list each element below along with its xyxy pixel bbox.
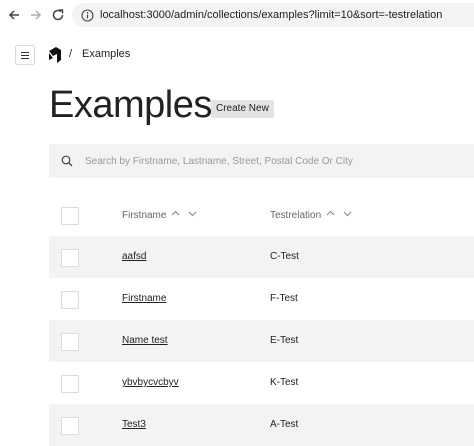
create-new-button[interactable]: Create New [211, 100, 274, 118]
select-all-checkbox[interactable] [61, 207, 79, 225]
browser-toolbar: localhost:3000/admin/collections/example… [0, 0, 474, 30]
breadcrumb-separator: / [69, 48, 73, 60]
sort-down-icon[interactable] [343, 209, 352, 218]
cell-testrelation: C-Test [270, 251, 299, 262]
cell-firstname-link[interactable]: Name test [122, 335, 168, 346]
sort-up-icon[interactable] [326, 209, 335, 218]
row-checkbox[interactable] [61, 375, 79, 393]
table-row: aafsd C-Test [49, 236, 474, 278]
search-input[interactable] [83, 154, 467, 168]
info-icon[interactable] [80, 8, 94, 22]
logo-icon[interactable] [48, 47, 62, 63]
column-header-testrelation[interactable]: Testrelation [270, 210, 321, 221]
row-checkbox[interactable] [61, 417, 79, 435]
menu-toggle-button[interactable] [15, 45, 35, 65]
table-row: Firstname F-Test [49, 278, 474, 320]
url-text[interactable]: localhost:3000/admin/collections/example… [100, 9, 442, 21]
breadcrumb-current: Examples [82, 48, 131, 60]
table-header-row: Firstname Testrelation [49, 194, 474, 236]
sort-controls-testrelation [326, 209, 352, 218]
cell-testrelation: A-Test [270, 419, 299, 430]
cell-testrelation: F-Test [270, 293, 298, 304]
cell-testrelation: K-Test [270, 377, 299, 388]
sort-up-icon[interactable] [171, 209, 180, 218]
table-row: Name test E-Test [49, 320, 474, 362]
row-checkbox[interactable] [61, 249, 79, 267]
reload-icon[interactable] [48, 5, 68, 25]
cell-firstname-link[interactable]: aafsd [122, 251, 146, 262]
menu-icon [21, 51, 29, 59]
table-row: ybvbycvcbyv K-Test [49, 362, 474, 404]
row-checkbox[interactable] [61, 291, 79, 309]
cell-firstname-link[interactable]: ybvbycvcbyv [122, 377, 179, 388]
cell-testrelation: E-Test [270, 335, 299, 346]
address-bar[interactable]: localhost:3000/admin/collections/example… [72, 3, 474, 27]
forward-arrow-icon[interactable] [26, 5, 46, 25]
back-arrow-icon[interactable] [4, 5, 24, 25]
column-header-firstname[interactable]: Firstname [122, 210, 166, 221]
search-bar [49, 144, 474, 178]
page-title: Examples [49, 84, 212, 126]
cell-firstname-link[interactable]: Test3 [122, 419, 146, 430]
cell-firstname-link[interactable]: Firstname [122, 293, 166, 304]
search-icon [61, 155, 73, 167]
sort-down-icon[interactable] [188, 209, 197, 218]
sort-controls-firstname [171, 209, 197, 218]
examples-table: Firstname Testrelation aafsd C-Test Firs… [49, 194, 474, 446]
row-checkbox[interactable] [61, 333, 79, 351]
